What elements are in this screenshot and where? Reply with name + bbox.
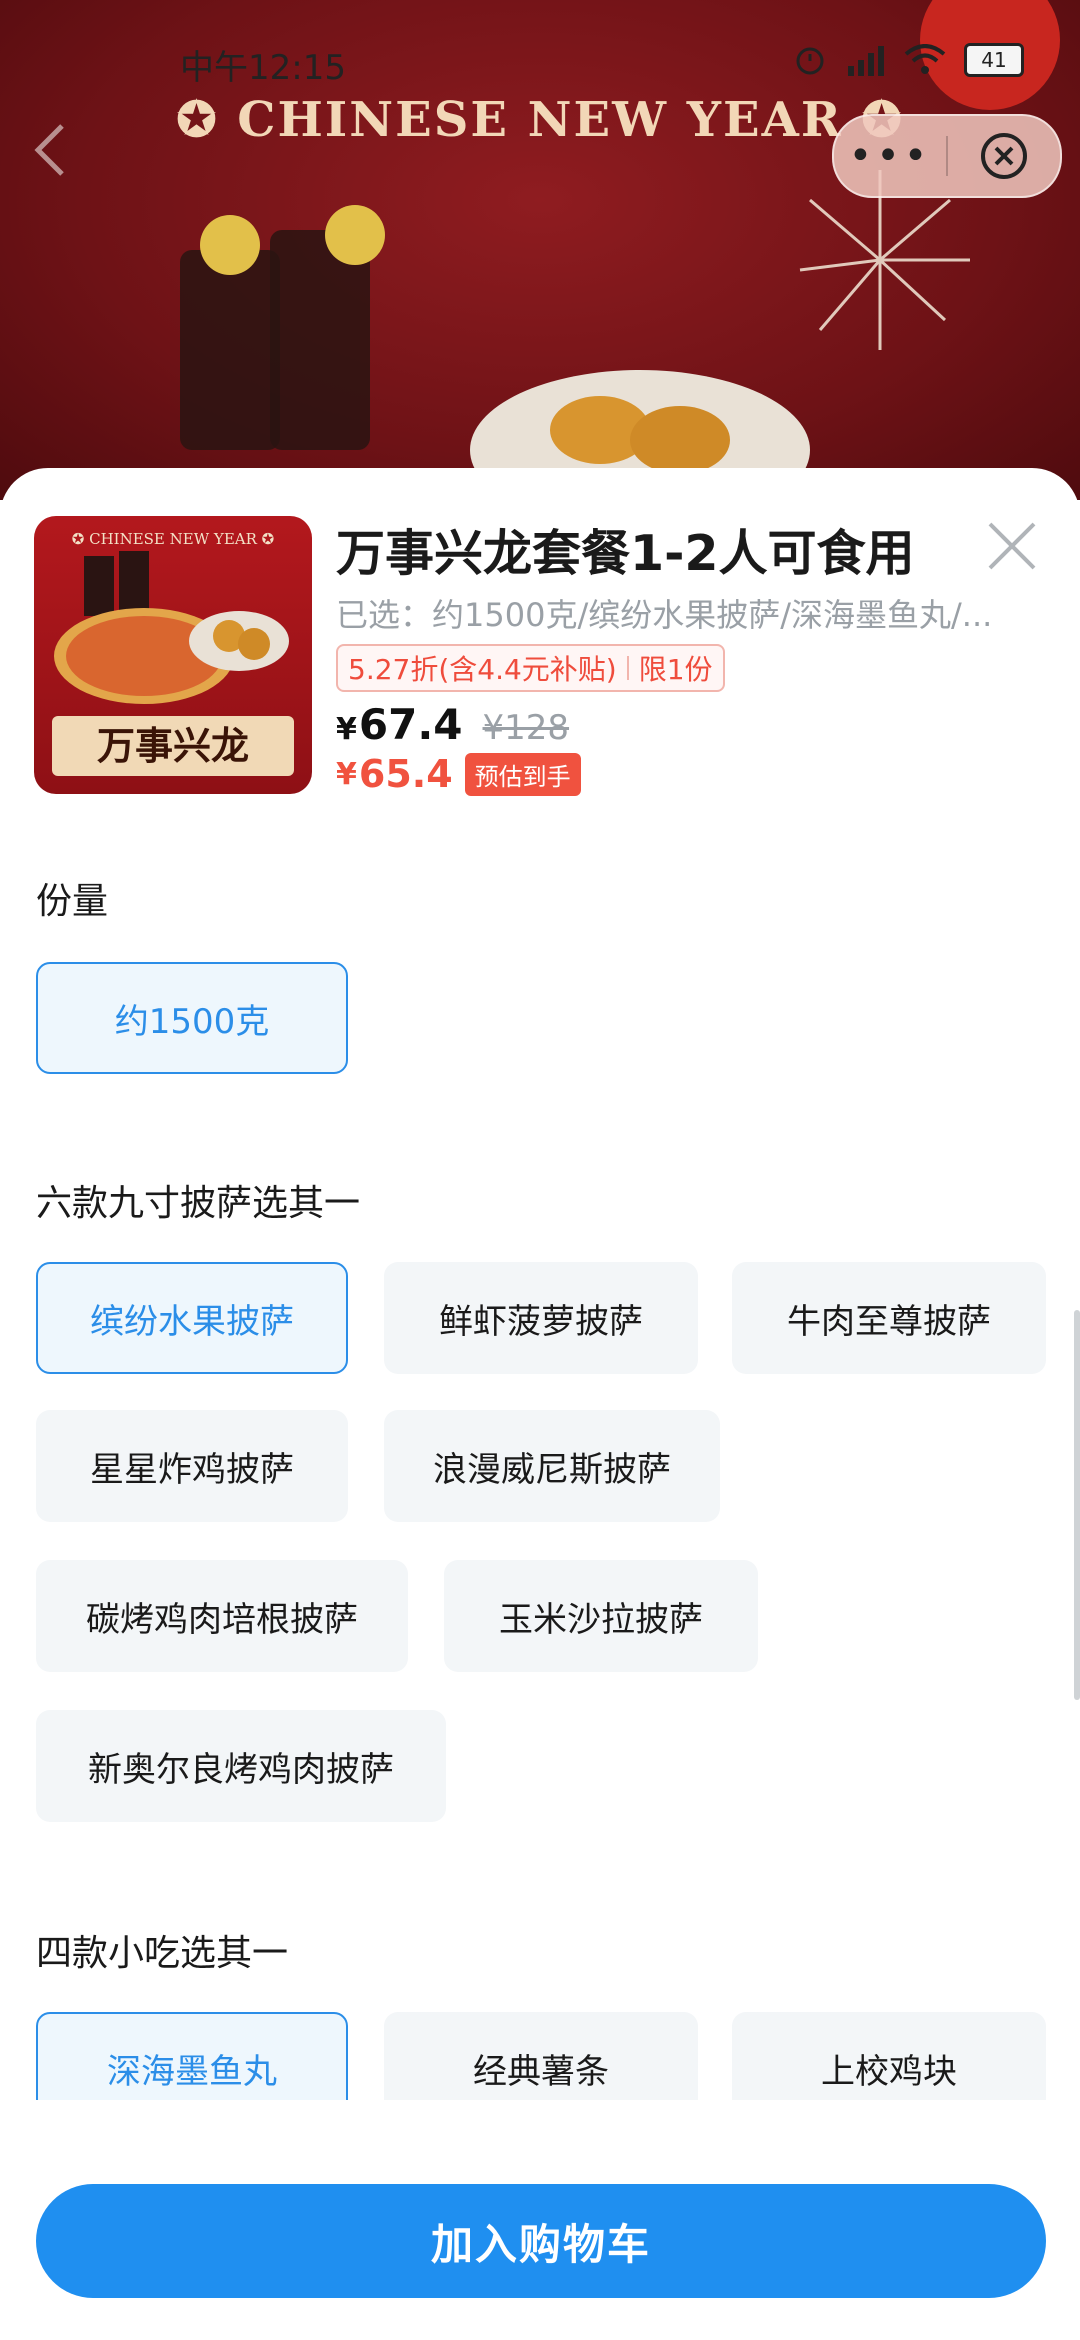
promo-badge: 5.27折(含4.4元补贴) 限1份 <box>336 644 725 692</box>
option-portion-1500g[interactable]: 约1500克 <box>36 962 348 1074</box>
section-title-snack: 四款小吃选其一 <box>36 1933 289 1974</box>
chevron-left-icon <box>34 124 64 176</box>
option-pizza-grilled-chicken-bacon[interactable]: 碳烤鸡肉培根披萨 <box>36 1560 408 1672</box>
net-price: 65.4 <box>358 752 453 796</box>
thumbnail-name: 万事兴龙 <box>96 724 249 768</box>
product-thumbnail[interactable]: ✪ CHINESE NEW YEAR ✪ 万事兴龙 <box>34 516 312 794</box>
currency-symbol: ¥ <box>336 712 357 747</box>
promo-limit: 限1份 <box>638 653 713 686</box>
current-price: 67.4 <box>358 700 463 749</box>
net-currency-symbol: ¥ <box>336 756 357 792</box>
alarm-icon <box>796 47 824 75</box>
status-time: 中午12:15 <box>180 48 346 88</box>
product-title: 万事兴龙套餐1-2人可食用 <box>336 525 915 582</box>
option-pizza-romantic-venice[interactable]: 浪漫威尼斯披萨 <box>384 1410 720 1522</box>
mini-program-capsule: ••• <box>832 114 1062 198</box>
original-price: ¥128 <box>482 708 570 748</box>
close-icon <box>988 522 1036 570</box>
net-price-row: ¥ 65.4 预估到手 <box>336 752 581 796</box>
wifi-icon <box>904 44 946 74</box>
option-pizza-shrimp-pineapple[interactable]: 鲜虾菠萝披萨 <box>384 1262 698 1374</box>
sku-selection-sheet: ✪ CHINESE NEW YEAR ✪ 万事兴龙 万事兴龙套餐1-2人可食用 … <box>0 468 1080 2340</box>
option-pizza-corn-salad[interactable]: 玉米沙拉披萨 <box>444 1560 758 1672</box>
net-price-tag: 预估到手 <box>464 752 581 796</box>
option-pizza-new-orleans[interactable]: 新奥尔良烤鸡肉披萨 <box>36 1710 446 1822</box>
status-bar: 中午12:15 41 <box>0 0 1080 120</box>
section-title-pizza: 六款九寸披萨选其一 <box>36 1183 361 1224</box>
option-pizza-fruit[interactable]: 缤纷水果披萨 <box>36 1262 348 1374</box>
selected-summary-text: 已选：约1500克/缤纷水果披萨/深海墨鱼丸/... <box>336 596 993 634</box>
back-button[interactable] <box>30 120 80 190</box>
status-icons: 41 <box>792 42 1024 78</box>
close-circle-icon <box>981 133 1027 179</box>
add-to-cart-button[interactable]: 加入购物车 <box>36 2184 1046 2298</box>
option-pizza-beef-supreme[interactable]: 牛肉至尊披萨 <box>732 1262 1046 1374</box>
promo-discount: 5.27折(含4.4元补贴) <box>348 653 617 686</box>
selected-summary[interactable]: 已选：约1500克/缤纷水果披萨/深海墨鱼丸/... <box>336 590 1036 636</box>
price-row: ¥ 67.4 ¥128 <box>336 700 569 749</box>
close-sheet-button[interactable] <box>984 518 1040 574</box>
option-pizza-star-chicken[interactable]: 星星炸鸡披萨 <box>36 1410 348 1522</box>
signal-icon <box>848 46 884 76</box>
more-menu-button[interactable]: ••• <box>834 133 946 179</box>
scrollbar[interactable] <box>1074 1310 1080 1700</box>
section-title-portion: 份量 <box>36 881 109 922</box>
battery-icon: 41 <box>964 43 1024 77</box>
capsule-close-button[interactable] <box>948 131 1060 181</box>
